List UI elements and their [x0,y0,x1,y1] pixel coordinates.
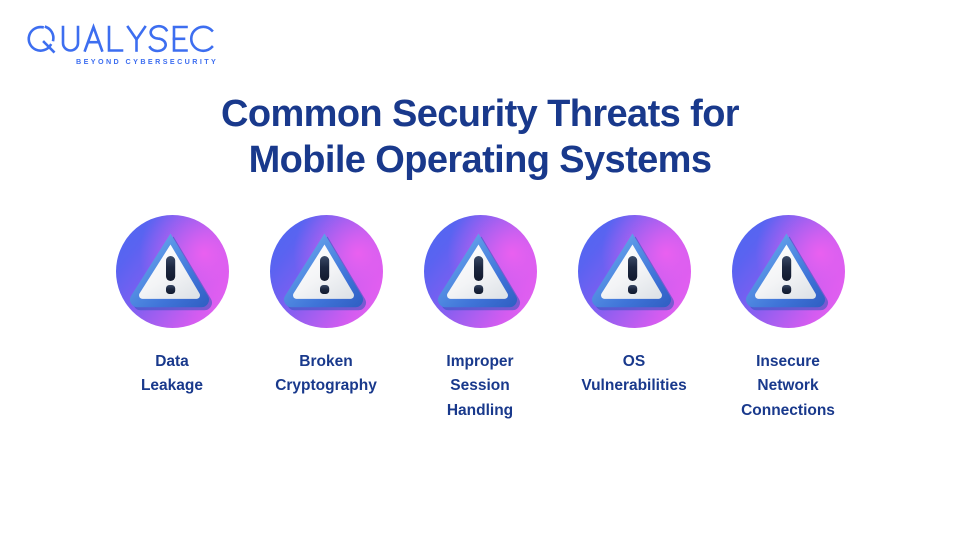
threat-card: Insecure Network Connections [711,215,865,423]
warning-triangle-glyph [129,233,212,311]
page-title-line-2: Mobile Operating Systems [248,138,712,181]
warning-triangle-glyph [745,233,828,311]
slide-root: BEYOND CYBERSECURITY Common Security Thr… [0,0,960,540]
threat-card: Broken Cryptography [249,215,403,399]
threat-label: OS Vulnerabilities [581,353,687,395]
threat-list: Data Leakage Broken Cryptography Imprope… [0,215,960,423]
qualysec-wordmark-icon [27,23,214,54]
warning-triangle-icon [577,215,691,328]
warning-triangle-glyph [437,233,520,311]
page-title: Common Security Threats for Mobile Opera… [0,92,960,184]
logo-tagline: BEYOND CYBERSECURITY [76,57,219,66]
qualysec-logo: BEYOND CYBERSECURITY [20,22,220,70]
warning-triangle-glyph [591,233,674,311]
threat-label: Improper Session Handling [446,353,514,419]
threat-label: Insecure Network Connections [741,353,835,419]
threat-card: OS Vulnerabilities [557,215,711,399]
warning-triangle-glyph [283,233,366,311]
threat-label: Data Leakage [140,353,204,395]
warning-triangle-icon [423,215,537,328]
warning-triangle-icon [269,215,383,328]
warning-triangle-icon [731,215,845,328]
threat-card: Data Leakage [95,215,249,399]
threat-card: Improper Session Handling [403,215,557,423]
warning-triangle-icon [115,215,229,328]
threat-label: Broken Cryptography [275,353,377,395]
page-title-line-1: Common Security Threats for [220,93,740,135]
